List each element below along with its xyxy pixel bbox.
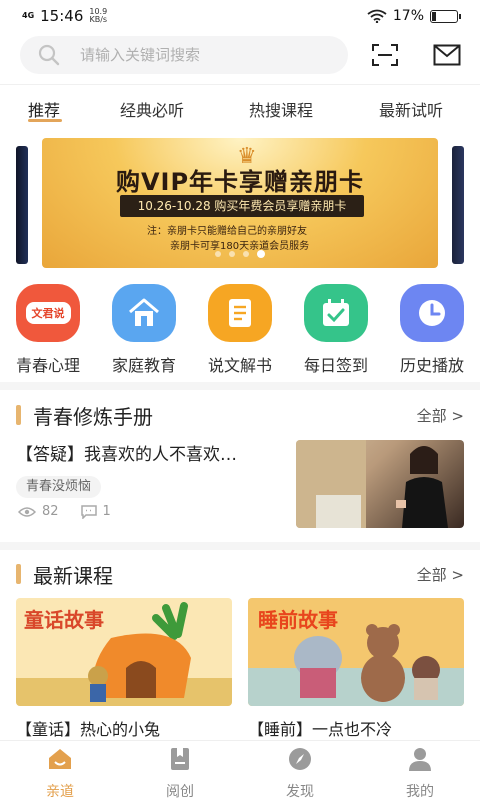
nav-label: 阅创 [166, 784, 194, 800]
speed-unit: KB/s [89, 15, 108, 24]
person-icon [409, 748, 431, 771]
quick-family-education[interactable]: 家庭教育 [96, 284, 192, 376]
cover-text: 童话故事 [24, 608, 104, 632]
status-bar: 4G 15:46 10.9 KB/s 17% [0, 0, 480, 32]
search-icon [38, 44, 60, 66]
quick-label: 说文解书 [207, 356, 272, 375]
article-card[interactable]: 【答疑】我喜欢的人不喜欢… 青春没烦恼 82 1 [16, 440, 464, 532]
speaker-photo [296, 440, 448, 528]
article-stats: 82 1 [18, 504, 111, 519]
status-left: 4G 15:46 10.9 KB/s [22, 7, 107, 25]
banner-note-1: 注：亲朋卡只能赠给自己的亲朋好友 [147, 226, 307, 237]
search-row [0, 32, 480, 78]
nav-discover[interactable]: 发现 [260, 747, 340, 800]
search-input[interactable] [80, 46, 320, 64]
article-title: 【答疑】我喜欢的人不喜欢… [16, 445, 237, 465]
tab-recommend[interactable]: 推荐 [28, 97, 60, 121]
banner-prev-card[interactable] [16, 146, 28, 264]
course-cover-fairy-tale: 童话故事 [16, 598, 232, 706]
battery-level [432, 11, 436, 21]
view-all-link[interactable]: 全部 > [417, 405, 464, 426]
home-icon [49, 749, 71, 769]
nav-label: 我的 [406, 784, 434, 800]
section-divider [0, 542, 480, 550]
carousel-dots [42, 250, 438, 258]
compass-icon [289, 748, 311, 770]
comment-icon [80, 504, 97, 519]
clock: 15:46 [40, 7, 84, 25]
chat-bubble-icon: 文君说 [16, 284, 80, 342]
section-accent-bar [16, 564, 21, 584]
network-speed: 10.9 KB/s [89, 8, 107, 24]
book-icon [208, 284, 272, 342]
carousel-dot[interactable] [243, 251, 249, 257]
tab-classic[interactable]: 经典必听 [120, 97, 184, 121]
banner-date-line: 10.26-10.28 购买年费会员享赠亲朋卡 [120, 195, 364, 217]
quick-label: 历史播放 [399, 356, 464, 375]
quick-label: 青春心理 [15, 356, 80, 375]
comment-count: 1 [102, 504, 111, 519]
course-card[interactable]: 睡前故事 【睡前】一点也不冷 [248, 598, 464, 740]
quick-youth-psychology[interactable]: 文君说 青春心理 [0, 284, 96, 376]
banner-title: 购VIP年卡享赠亲朋卡 [115, 168, 365, 196]
section-accent-bar [16, 405, 21, 425]
quick-daily-checkin[interactable]: 每日签到 [288, 284, 384, 376]
nav-label: 发现 [286, 784, 314, 800]
quick-label: 每日签到 [303, 356, 368, 375]
course-title: 【童话】热心的小兔 [16, 720, 161, 739]
quick-book-explain[interactable]: 说文解书 [192, 284, 288, 376]
search-box[interactable] [20, 36, 348, 74]
section-title: 最新课程 [33, 563, 113, 588]
icon-badge-text: 文君说 [25, 302, 71, 324]
section-header-youth: 青春修炼手册 全部 > [16, 401, 464, 429]
view-all-link[interactable]: 全部 > [417, 564, 464, 585]
scan-icon[interactable] [372, 44, 398, 66]
view-count: 82 [42, 504, 59, 519]
course-cover-bedtime: 睡前故事 [248, 598, 464, 706]
carousel-dot[interactable] [229, 251, 235, 257]
bookmark-icon [171, 748, 189, 770]
tab-latest-trial[interactable]: 最新试听 [379, 97, 443, 121]
banner-carousel: ♛ 购VIP年卡享赠亲朋卡 10.26-10.28 购买年费会员享赠亲朋卡 注：… [0, 138, 480, 268]
bottom-nav: 亲道 阅创 发现 我的 [0, 740, 480, 800]
carousel-dot[interactable] [215, 251, 221, 257]
quick-label: 家庭教育 [111, 356, 176, 375]
network-indicator: 4G [22, 11, 35, 20]
article-thumbnail[interactable] [296, 440, 464, 528]
banner-next-card[interactable] [452, 146, 464, 264]
course-title: 【睡前】一点也不冷 [248, 720, 393, 739]
vip-banner[interactable]: ♛ 购VIP年卡享赠亲朋卡 10.26-10.28 购买年费会员享赠亲朋卡 注：… [42, 138, 438, 268]
quick-links: 文君说 青春心理 家庭教育 说文解书 每日签到 历史播放 [0, 284, 480, 376]
wifi-icon [367, 9, 387, 23]
tab-hot-courses[interactable]: 热搜课程 [249, 97, 313, 121]
eye-icon [18, 506, 36, 517]
battery-icon [430, 9, 461, 23]
course-card[interactable]: 童话故事 【童话】热心的小兔 [16, 598, 232, 740]
battery-percent: 17% [392, 8, 424, 24]
calendar-check-icon [304, 284, 368, 342]
cover-text: 睡前故事 [258, 608, 338, 632]
status-right: 17% [367, 8, 461, 24]
category-tabs: 推荐 经典必听 热搜课程 最新试听 [0, 84, 480, 132]
clock-icon [400, 284, 464, 342]
house-icon [112, 284, 176, 342]
nav-read-create[interactable]: 阅创 [140, 747, 220, 800]
quick-play-history[interactable]: 历史播放 [384, 284, 480, 376]
carousel-dot-active[interactable] [257, 250, 265, 258]
mail-icon[interactable] [433, 44, 461, 66]
banner-note-2: 亲朋卡可享180天亲道会员服务 [170, 241, 310, 252]
nav-home[interactable]: 亲道 [20, 747, 100, 800]
article-tag[interactable]: 青春没烦恼 [16, 476, 102, 498]
section-header-latest: 最新课程 全部 > [16, 560, 464, 588]
nav-profile[interactable]: 我的 [380, 747, 460, 800]
section-divider [0, 382, 480, 390]
section-title: 青春修炼手册 [33, 404, 153, 429]
nav-label: 亲道 [46, 784, 74, 800]
tab-active-indicator [28, 119, 62, 122]
